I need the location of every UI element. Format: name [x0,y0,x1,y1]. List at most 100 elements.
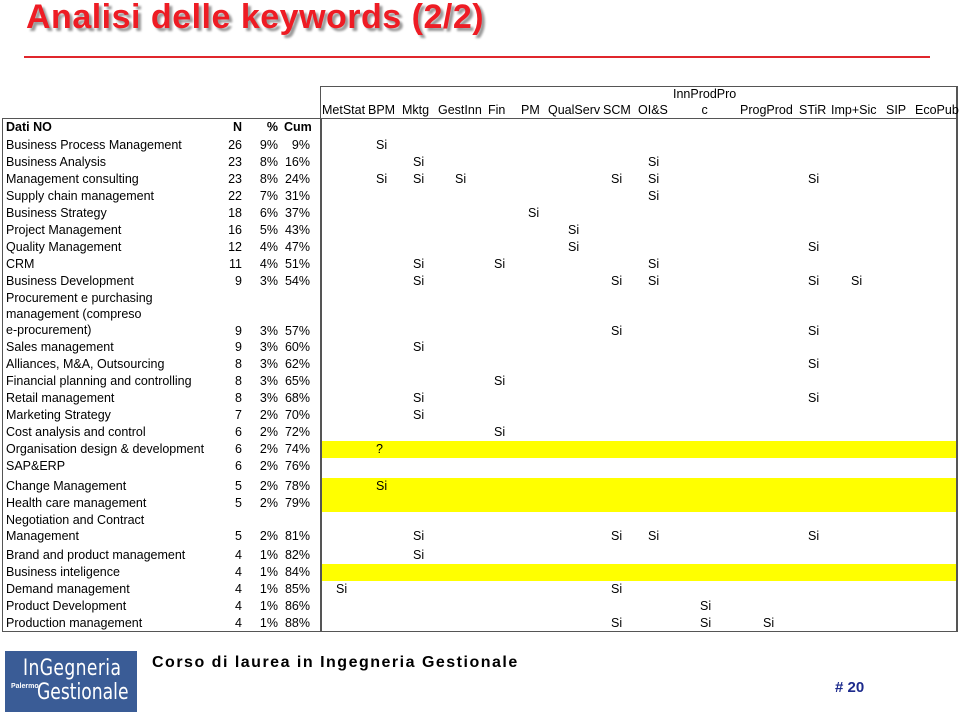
row-cumulative: 74% [284,442,310,456]
row-cumulative: 82% [284,548,310,562]
row-count: 5 [235,496,242,510]
row-percent: 2% [259,408,278,422]
row-cumulative: 62% [284,357,310,371]
logo-palermo: Palermo [11,683,39,690]
mark-mktg: Si [413,257,425,271]
row-percent: 1% [259,599,278,613]
row-percent: 9% [259,138,278,152]
table-row: Management consulting 23 8% 24% Si Si Si Si Si Si [2,171,958,188]
mark-scm: Si [611,274,623,288]
mark-mktg: Si [413,408,425,422]
row-count: 23 [228,155,242,169]
row-cumulative: 37% [284,206,310,220]
mark-mktg: Si [413,155,425,169]
row-cumulative: 43% [284,223,310,237]
mark-oi-s: Si [648,257,660,271]
row-count: 18 [228,206,242,220]
row-percent: 3% [259,391,278,405]
row-cumulative: 54% [284,274,310,288]
title-divider [24,56,930,58]
row-count: 9 [235,340,242,354]
mark-metstat: Si [336,582,348,596]
column-header-qualserv: QualServ [548,103,601,117]
row-count: 12 [228,240,242,254]
mark-imp-sic: Si [851,274,863,288]
mark-gestinn: Si [455,172,467,186]
column-header-sip: SIP [886,103,907,117]
mark-bpm: Si [376,479,388,493]
row-keyword: Organisation design & development [6,442,205,456]
row-count: 8 [235,374,242,388]
mark-scm: Si [611,616,623,630]
row-keyword: Business Strategy [6,206,107,220]
column-header-gestinn: GestInn [438,103,482,117]
row-keyword: Product Development [6,599,127,613]
table-row: Negotiation and Contract Management 5 2% 81… [2,512,958,547]
row-percent: 2% [259,496,278,510]
mark-mktg: Si [413,172,425,186]
column-header-scm: SCM [603,103,631,117]
row-count: 22 [228,189,242,203]
mark-oi-s: Si [648,274,660,288]
row-count: 4 [235,565,242,579]
university-logo: InGegneria Palermo Gestionale [5,651,137,712]
mark-mktg: Si [413,529,425,543]
row-count: 26 [228,138,242,152]
row-percent: 6% [259,206,278,220]
row-count: 11 [229,257,242,271]
row-cumulative: 70% [284,408,310,422]
row-count: 4 [235,616,242,630]
mark-stir: Si [808,274,820,288]
column-header-metstat: MetStat [322,103,366,117]
column-header-bpm: BPM [368,103,396,117]
mark-scm: Si [611,172,623,186]
row-percent: 3% [259,324,278,338]
row-count: 7 [235,408,242,422]
row-keyword: Supply chain management [6,189,155,203]
row-cumulative: 72% [284,425,310,439]
mark-bpm: Si [376,172,388,186]
row-count: 23 [228,172,242,186]
row-keyword: SAP&ERP [6,459,66,473]
mark-qualserv: Si [568,240,580,254]
logo-line2: Gestionale [37,680,129,705]
mark-oi-s: Si [648,172,660,186]
table-row: Production management 4 1% 88% Si Si Si [2,615,958,632]
row-count: 4 [235,599,242,613]
row-keyword: Business Development [6,274,134,288]
column-header-stir: STiR [799,103,827,117]
table-row: Business Analysis 23 8% 16% Si Si [2,154,958,171]
mark-oi-s: Si [648,189,660,203]
mark-mktg: Si [413,340,425,354]
row-count: 5 [235,529,242,543]
table-row: Brand and product management 4 1% 82% Si [2,547,958,564]
slide-title: Analisi delle keywords (2/2) [26,0,485,36]
row-percent: 8% [259,172,278,186]
row-percent: 3% [259,357,278,371]
column-header-innprodproc: InnProdPro c [673,87,737,117]
row-count: 5 [235,479,242,493]
mark-stir: Si [808,324,820,338]
table-row: Organisation design & development 6 2% 74%? [2,441,958,458]
row-cumulative: 84% [284,565,310,579]
row-percent: 1% [259,548,278,562]
course-name: Corso di laurea in Ingegneria Gestionale [152,654,519,671]
mark-pm: Si [528,206,540,220]
mark-stir: Si [808,172,820,186]
row-percent: 2% [259,479,278,493]
row-cumulative: 68% [284,391,310,405]
row-percent: 3% [259,340,278,354]
row-keyword: Cost analysis and control [6,425,146,439]
header-n: N [232,120,242,134]
row-keyword: Sales management [6,340,114,354]
row-percent: 3% [259,374,278,388]
row-cumulative: 86% [284,599,310,613]
row-keyword: Demand management [6,582,130,596]
row-percent: 4% [259,257,278,271]
table-row: Retail management 8 3% 68% Si Si [2,390,958,407]
row-keyword: Business inteligence [6,565,120,579]
row-cumulative: 60% [284,340,310,354]
row-count: 4 [235,582,242,596]
mark-bpm: Si [376,138,388,152]
row-percent: 1% [259,582,278,596]
